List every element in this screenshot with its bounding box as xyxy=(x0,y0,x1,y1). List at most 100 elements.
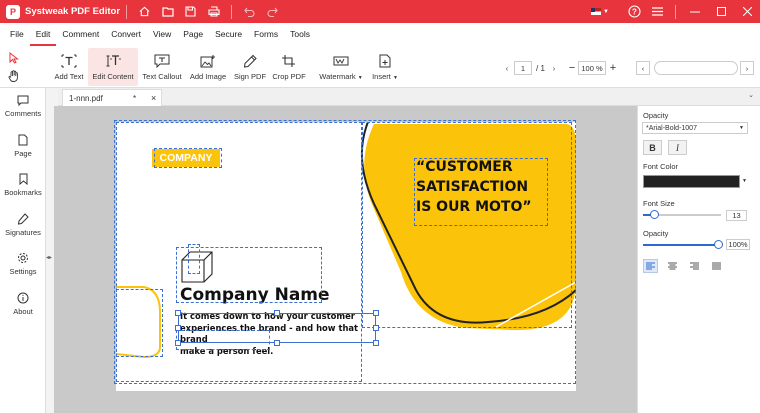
search-forward-icon[interactable]: › xyxy=(740,61,754,75)
save-icon[interactable] xyxy=(179,0,202,23)
opacity-input[interactable]: 100% xyxy=(726,239,750,250)
panel-bookmarks-label: Bookmarks xyxy=(4,188,42,197)
font-color-swatch[interactable] xyxy=(643,175,740,188)
minimize-icon[interactable] xyxy=(682,0,708,23)
panel-splitter[interactable]: ◂▸ xyxy=(46,88,54,413)
page-number-input[interactable]: 1 xyxy=(514,61,532,75)
resize-handle-nw[interactable] xyxy=(175,310,181,316)
search-input[interactable] xyxy=(654,61,738,75)
add-text-tool[interactable]: Add Text xyxy=(50,48,88,86)
sign-pdf-label: Sign PDF xyxy=(233,72,267,81)
app-logo-icon: P xyxy=(6,4,20,19)
undo-icon[interactable] xyxy=(238,0,261,23)
zoom-control: − 100 % + xyxy=(566,60,620,76)
font-select[interactable]: *Arial-Bold-1007 ▼ xyxy=(642,122,748,134)
print-icon[interactable] xyxy=(202,0,225,23)
prev-page-icon[interactable]: ‹ xyxy=(500,64,514,73)
panel-comments-label: Comments xyxy=(4,109,42,118)
selection-badge xyxy=(154,148,222,168)
italic-button[interactable]: I xyxy=(668,140,687,155)
panel-signatures[interactable]: Signatures xyxy=(0,212,46,237)
pdf-page[interactable]: COMPANY “CUSTOMER SATISFACTION IS OUR MO… xyxy=(114,120,576,391)
menu-secure[interactable]: Secure xyxy=(209,23,248,46)
bold-button[interactable]: B xyxy=(643,140,662,155)
panel-about[interactable]: About xyxy=(0,291,46,316)
opacity-slider-heading: Opacity xyxy=(643,229,669,238)
font-size-input[interactable]: 13 xyxy=(726,210,747,221)
menu-view[interactable]: View xyxy=(147,23,177,46)
open-folder-icon[interactable] xyxy=(156,0,179,23)
opacity-slider[interactable] xyxy=(643,240,723,250)
resize-handle-s[interactable] xyxy=(274,340,280,346)
help-icon[interactable]: ? xyxy=(623,0,646,23)
selection-side-shape xyxy=(116,289,163,357)
tab-1-nnn[interactable]: 1-nnn.pdf * × xyxy=(62,89,162,106)
next-page-icon[interactable]: › xyxy=(549,64,559,73)
menu-edit[interactable]: Edit xyxy=(29,23,57,46)
text-callout-tool[interactable]: Text Callout xyxy=(140,48,184,86)
home-icon[interactable] xyxy=(133,0,156,23)
us-flag-icon[interactable] xyxy=(591,8,602,15)
menu-comment[interactable]: Comment xyxy=(56,23,105,46)
font-size-slider[interactable] xyxy=(643,210,721,220)
insert-tool[interactable]: Insert ▼ xyxy=(368,48,402,86)
sign-pdf-tool[interactable]: Sign PDF xyxy=(232,48,268,86)
edit-content-icon xyxy=(104,52,122,70)
selection-quote xyxy=(414,158,548,226)
text-callout-icon xyxy=(153,52,171,70)
document-canvas[interactable]: COMPANY “CUSTOMER SATISFACTION IS OUR MO… xyxy=(54,106,637,413)
font-size-thumb[interactable] xyxy=(650,210,659,219)
chevron-down-icon[interactable]: ▼ xyxy=(603,9,609,15)
resize-handle-sw[interactable] xyxy=(175,340,181,346)
tab-modified-marker: * xyxy=(133,93,137,103)
panel-page-label: Page xyxy=(14,149,32,158)
align-right-icon xyxy=(690,262,699,270)
panel-settings[interactable]: Settings xyxy=(0,251,46,276)
watermark-icon xyxy=(332,52,350,70)
align-justify-button[interactable] xyxy=(709,259,724,273)
close-icon[interactable] xyxy=(734,0,760,23)
align-right-button[interactable] xyxy=(687,259,702,273)
font-select-chevron-icon: ▼ xyxy=(739,125,744,131)
resize-handle-w[interactable] xyxy=(175,325,181,331)
left-panel: Comments Page Bookmarks Signatures Setti… xyxy=(0,88,46,413)
title-separator xyxy=(126,4,128,19)
active-text-selection[interactable] xyxy=(178,313,376,343)
opacity-thumb[interactable] xyxy=(714,240,723,249)
menu-page[interactable]: Page xyxy=(177,23,209,46)
zoom-input[interactable]: 100 % xyxy=(578,61,606,75)
panel-comments[interactable]: Comments xyxy=(0,93,46,118)
zoom-in-icon[interactable]: + xyxy=(606,62,620,74)
resize-handle-ne[interactable] xyxy=(373,310,379,316)
resize-handle-e[interactable] xyxy=(373,325,379,331)
select-cursor-icon[interactable] xyxy=(8,51,24,66)
menu-file[interactable]: File xyxy=(4,23,30,46)
crop-pdf-tool[interactable]: Crop PDF xyxy=(271,48,307,86)
align-left-button[interactable] xyxy=(643,259,658,273)
panel-bookmarks[interactable]: Bookmarks xyxy=(0,172,46,197)
edit-content-tool[interactable]: Edit Content xyxy=(88,48,138,86)
watermark-tool[interactable]: Watermark ▼ xyxy=(316,48,366,86)
menu-forms[interactable]: Forms xyxy=(248,23,284,46)
add-image-tool[interactable]: Add Image xyxy=(187,48,229,86)
resize-handle-n[interactable] xyxy=(274,310,280,316)
tab-close-icon[interactable]: × xyxy=(151,93,156,103)
menu-convert[interactable]: Convert xyxy=(105,23,147,46)
redo-icon[interactable] xyxy=(261,0,284,23)
resize-handle-se[interactable] xyxy=(373,340,379,346)
align-center-button[interactable] xyxy=(665,259,680,273)
menu-tools[interactable]: Tools xyxy=(284,23,316,46)
watermark-chevron-icon: ▼ xyxy=(357,75,363,81)
app-title: Systweak PDF Editor xyxy=(25,6,121,17)
search-back-icon[interactable]: ‹ xyxy=(636,61,650,75)
menu-icon[interactable] xyxy=(646,0,669,23)
tabs-dropdown-icon[interactable]: ⌄ xyxy=(748,91,754,99)
zoom-out-icon[interactable]: − xyxy=(566,62,578,74)
panel-page[interactable]: Page xyxy=(0,133,46,158)
page-icon xyxy=(16,133,30,147)
svg-text:?: ? xyxy=(632,8,637,17)
panel-signatures-label: Signatures xyxy=(5,228,41,237)
font-color-chevron-icon[interactable]: ▼ xyxy=(742,178,747,184)
hand-tool-icon[interactable] xyxy=(8,70,24,84)
maximize-icon[interactable] xyxy=(708,0,734,23)
